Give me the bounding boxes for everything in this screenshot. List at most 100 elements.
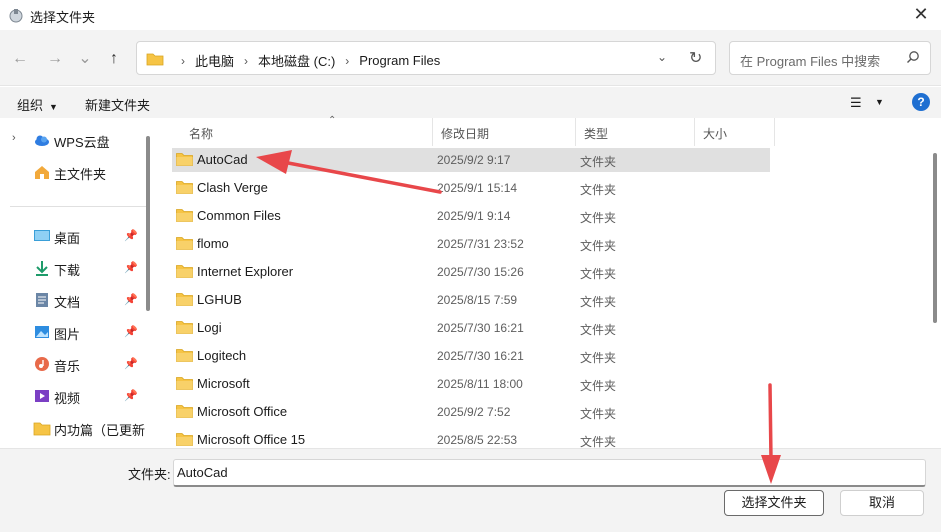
up-icon[interactable]: ↑ — [103, 48, 125, 70]
file-type: 文件夹 — [580, 323, 617, 337]
folder-icon — [146, 53, 164, 66]
refresh-icon[interactable]: ↻ — [689, 48, 702, 68]
help-icon[interactable]: ? — [912, 93, 930, 111]
sidebar-item-videos[interactable]: 视频 📌 — [0, 384, 140, 408]
caret-down-icon: ▼ — [49, 102, 58, 112]
sidebar-item-label: WPS云盘 — [54, 135, 110, 150]
sidebar-item-pictures[interactable]: 图片 📌 — [0, 320, 140, 344]
pin-icon: 📌 — [124, 262, 138, 274]
file-type: 文件夹 — [580, 239, 617, 253]
view-options-icon[interactable]: ☰ — [850, 95, 862, 111]
file-name: flomo — [197, 236, 229, 251]
sidebar-item-label: 图片 — [54, 327, 81, 342]
file-row[interactable]: Microsoft 2025/8/11 18:00 文件夹 — [172, 372, 770, 396]
select-folder-button[interactable]: 选择文件夹 — [724, 490, 824, 516]
breadcrumb: › 此电脑 › 本地磁盘 (C:) › Program Files — [171, 51, 440, 70]
sidebar-item-documents[interactable]: 文档 📌 — [0, 288, 140, 312]
column-header-type[interactable]: 类型 — [576, 118, 695, 146]
file-type: 文件夹 — [580, 267, 617, 281]
desktop-icon — [34, 230, 50, 241]
sidebar-item-label: 下载 — [54, 263, 81, 278]
file-list-scrollbar[interactable] — [933, 153, 937, 323]
recent-locations-icon[interactable]: ⌄ — [74, 48, 96, 70]
file-list: 名称 ⌃ 修改日期 类型 大小 AutoCad 2025/9/2 9:17 文件夹 C… — [155, 115, 941, 449]
folder-icon — [176, 208, 193, 225]
file-row[interactable]: AutoCad 2025/9/2 9:17 文件夹 — [172, 148, 770, 172]
folder-name-input[interactable] — [173, 459, 926, 487]
file-name: Logi — [197, 320, 222, 335]
sidebar-item-desktop[interactable]: 桌面 📌 — [0, 224, 140, 248]
folder-icon — [176, 404, 193, 421]
file-modified: 2025/9/2 9:17 — [437, 153, 511, 167]
new-folder-button[interactable]: 新建文件夹 — [85, 95, 150, 114]
folder-icon — [176, 180, 193, 197]
file-row[interactable]: Internet Explorer 2025/7/30 15:26 文件夹 — [172, 260, 770, 284]
sidebar-item-wps-cloud[interactable]: › WPS云盘 — [0, 128, 140, 152]
pin-icon: 📌 — [124, 294, 138, 306]
sidebar-item-home[interactable]: 主文件夹 — [0, 160, 140, 184]
file-type: 文件夹 — [580, 379, 617, 393]
footer-bar: 文件夹: 选择文件夹 取消 — [0, 448, 941, 532]
file-modified: 2025/8/15 7:59 — [437, 293, 518, 307]
sidebar-item-music[interactable]: 音乐 📌 — [0, 352, 140, 376]
search-box[interactable]: 在 Program Files 中搜索 — [729, 41, 931, 75]
folder-icon — [176, 348, 193, 365]
column-header-modified[interactable]: 修改日期 — [433, 118, 576, 146]
address-bar[interactable]: › 此电脑 › 本地磁盘 (C:) › Program Files ⌄ ↻ — [136, 41, 716, 75]
sort-ascending-icon: ⌃ — [328, 115, 337, 126]
chevron-right-icon: › — [244, 53, 249, 68]
search-icon[interactable] — [906, 50, 920, 64]
chevron-down-icon[interactable]: ⌄ — [657, 50, 667, 64]
caret-down-icon[interactable]: ▼ — [875, 97, 884, 107]
navigation-pane: › WPS云盘 主文件夹 桌面 📌 下载 📌 文档 📌 图片 📌 音乐 📌 视频… — [0, 118, 155, 448]
chevron-right-icon: › — [345, 53, 350, 68]
back-icon[interactable]: ← — [9, 48, 31, 70]
cancel-button[interactable]: 取消 — [840, 490, 924, 516]
chevron-right-icon: › — [181, 53, 185, 68]
file-type: 文件夹 — [580, 407, 617, 421]
column-name-label: 名称 — [189, 127, 214, 141]
search-input[interactable]: 在 Program Files 中搜索 — [740, 51, 880, 70]
file-name: Microsoft Office 15 — [197, 432, 306, 447]
sidebar-item-label: 主文件夹 — [54, 167, 107, 182]
download-icon — [36, 261, 48, 276]
file-row[interactable]: Microsoft Office 2025/9/2 7:52 文件夹 — [172, 400, 770, 424]
file-row[interactable]: Common Files 2025/9/1 9:14 文件夹 — [172, 204, 770, 228]
breadcrumb-local-disk[interactable]: 本地磁盘 (C:) — [258, 51, 335, 70]
window-title: 选择文件夹 — [30, 10, 96, 25]
pin-icon: 📌 — [124, 358, 138, 370]
breadcrumb-program-files[interactable]: Program Files — [359, 53, 440, 68]
sidebar-item-folder[interactable]: 内功篇（已更新 — [0, 416, 145, 440]
column-header-size[interactable]: 大小 — [695, 118, 775, 146]
organize-button[interactable]: 组织 ▼ — [17, 95, 58, 114]
sidebar-scrollbar[interactable] — [146, 136, 150, 311]
pin-icon: 📌 — [124, 326, 138, 338]
file-name: Clash Verge — [197, 180, 268, 195]
file-type: 文件夹 — [580, 183, 617, 197]
sidebar-item-label: 音乐 — [54, 359, 81, 374]
file-type: 文件夹 — [580, 295, 617, 309]
file-row[interactable]: Logi 2025/7/30 16:21 文件夹 — [172, 316, 770, 340]
column-header-name[interactable]: 名称 ⌃ — [181, 115, 433, 146]
file-name: AutoCad — [197, 152, 248, 167]
folder-icon — [176, 152, 193, 169]
file-type: 文件夹 — [580, 351, 617, 365]
breadcrumb-this-pc[interactable]: 此电脑 — [195, 51, 234, 70]
file-row[interactable]: Logitech 2025/7/30 16:21 文件夹 — [172, 344, 770, 368]
file-row[interactable]: flomo 2025/7/31 23:52 文件夹 — [172, 232, 770, 256]
file-row[interactable]: LGHUB 2025/8/15 7:59 文件夹 — [172, 288, 770, 312]
folder-icon — [33, 422, 51, 436]
chevron-right-icon[interactable]: › — [12, 132, 16, 144]
file-row[interactable]: Clash Verge 2025/9/1 15:14 文件夹 — [172, 176, 770, 200]
forward-icon[interactable]: → — [44, 48, 66, 70]
sidebar-item-label: 内功篇（已更新 — [54, 423, 146, 438]
sidebar-item-downloads[interactable]: 下载 📌 — [0, 256, 140, 280]
pictures-icon — [35, 326, 49, 338]
sidebar-item-label: 视频 — [54, 391, 81, 406]
file-modified: 2025/7/30 15:26 — [437, 265, 524, 279]
file-modified: 2025/9/1 9:14 — [437, 209, 511, 223]
organize-label: 组织 — [17, 98, 44, 113]
file-modified: 2025/8/11 18:00 — [437, 377, 523, 391]
file-modified: 2025/9/1 15:14 — [437, 181, 518, 195]
close-icon[interactable]: ✕ — [911, 4, 931, 24]
